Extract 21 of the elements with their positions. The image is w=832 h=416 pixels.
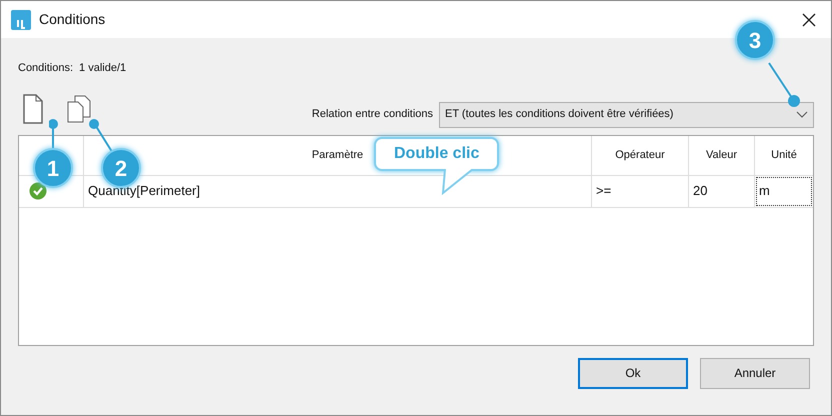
table-cell-text: 20 — [693, 182, 708, 200]
relation-dropdown[interactable]: ET (toutes les conditions doivent être vérifiées) — [439, 102, 814, 128]
window-title: Conditions — [39, 10, 106, 29]
conditions-label: Conditions: — [18, 61, 74, 76]
relation-label: Relation entre conditions — [312, 107, 433, 122]
column-header: Paramètre — [312, 148, 364, 163]
copy-icon — [67, 94, 91, 122]
tooltip-tail-icon — [441, 169, 475, 195]
column-header: Opérateur — [615, 148, 665, 163]
callout-badge: 3 — [735, 20, 775, 60]
app-logo-icon — [11, 10, 31, 30]
column-header: Valeur — [706, 148, 737, 163]
chevron-down-icon — [796, 111, 808, 118]
cancel-button[interactable]: Annuler — [700, 358, 810, 388]
column-header: Unité — [771, 148, 797, 163]
close-icon — [802, 12, 816, 26]
table-cell: m — [756, 176, 812, 206]
document-icon — [23, 94, 43, 124]
conditions-count: 1 valide/1 — [79, 61, 126, 76]
ok-button[interactable]: Ok — [578, 358, 688, 388]
table-cell-text: >= — [596, 182, 612, 200]
